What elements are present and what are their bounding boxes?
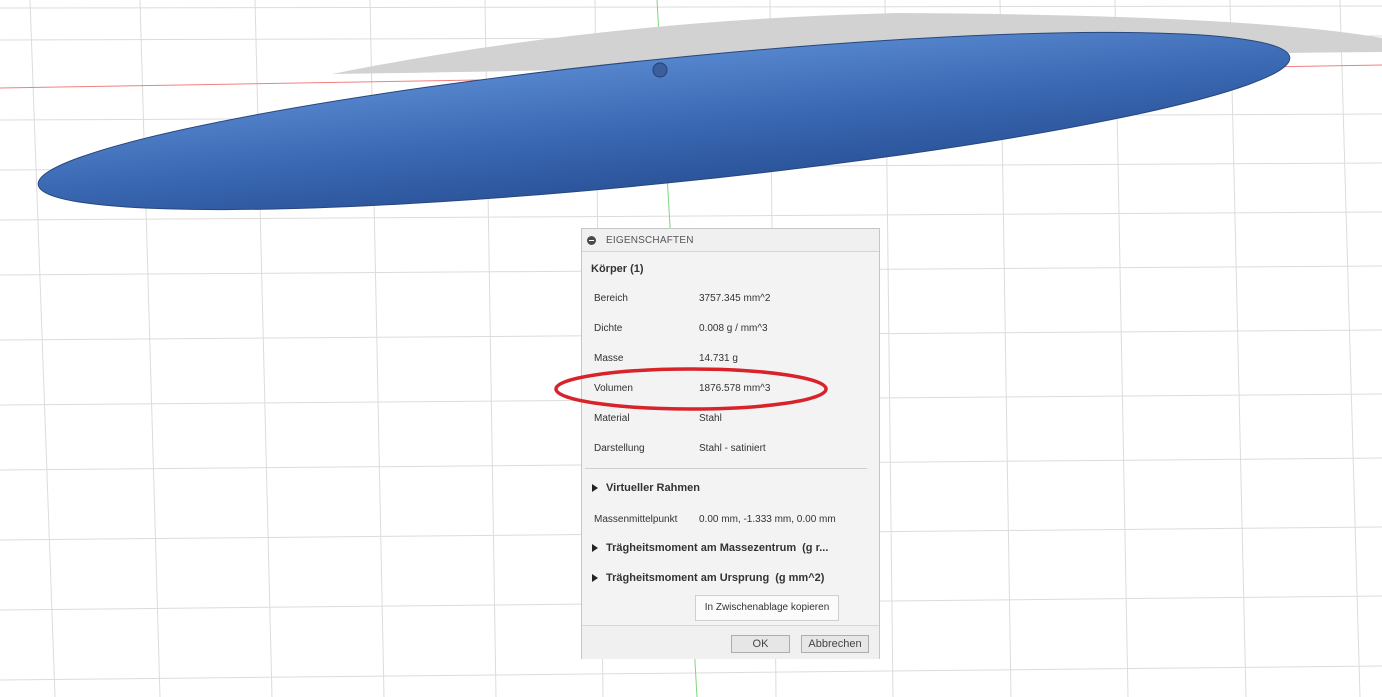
property-value-density: 0.008 g / mm^3	[699, 323, 768, 334]
expand-triangle-icon	[592, 484, 598, 492]
property-value-appearance: Stahl - satiniert	[699, 443, 766, 454]
section-virtual-frame-label: Virtueller Rahmen	[606, 482, 700, 494]
section-inertia-origin-label: Trägheitsmoment am Ursprung	[606, 572, 770, 584]
property-value-mass: 14.731 g	[699, 353, 738, 364]
section-inertia-center[interactable]: Trägheitsmoment am Massezentrum (g r...	[592, 542, 828, 554]
cancel-button[interactable]: Abbrechen	[801, 635, 869, 653]
center-of-mass-label: Massenmittelpunkt	[594, 514, 678, 525]
property-value-volume: 1876.578 mm^3	[699, 383, 771, 394]
property-label-area: Bereich	[594, 293, 628, 304]
property-label-material: Material	[594, 413, 630, 424]
property-label-density: Dichte	[594, 323, 623, 334]
property-label-volume: Volumen	[594, 383, 633, 394]
ok-button[interactable]: OK	[731, 635, 790, 653]
origin-marker-icon	[652, 62, 668, 78]
copy-to-clipboard-button[interactable]: In Zwischenablage kopieren	[695, 595, 839, 621]
dialog-footer: OK Abbrechen	[582, 625, 879, 659]
property-label-mass: Masse	[594, 353, 624, 364]
section-inertia-origin-unit: (g mm^2)	[775, 572, 825, 584]
property-value-material: Stahl	[699, 413, 722, 424]
body-heading: Körper (1)	[591, 263, 644, 275]
section-inertia-origin[interactable]: Trägheitsmoment am Ursprung (g mm^2)	[592, 572, 824, 584]
properties-dialog: EIGENSCHAFTEN Körper (1) Bereich 3757.34…	[581, 228, 880, 659]
property-label-appearance: Darstellung	[594, 443, 645, 454]
divider	[585, 468, 867, 469]
dialog-title: EIGENSCHAFTEN	[606, 235, 694, 246]
property-value-area: 3757.345 mm^2	[699, 293, 771, 304]
center-of-mass-value: 0.00 mm, -1.333 mm, 0.00 mm	[699, 514, 836, 525]
expand-triangle-icon	[592, 544, 598, 552]
section-inertia-center-unit: (g r...	[802, 542, 829, 554]
collapse-icon[interactable]	[587, 236, 596, 245]
expand-triangle-icon	[592, 574, 598, 582]
dialog-header: EIGENSCHAFTEN	[582, 229, 879, 252]
section-inertia-center-label: Trägheitsmoment am Massezentrum	[606, 542, 797, 554]
section-virtual-frame[interactable]: Virtueller Rahmen	[592, 482, 700, 494]
